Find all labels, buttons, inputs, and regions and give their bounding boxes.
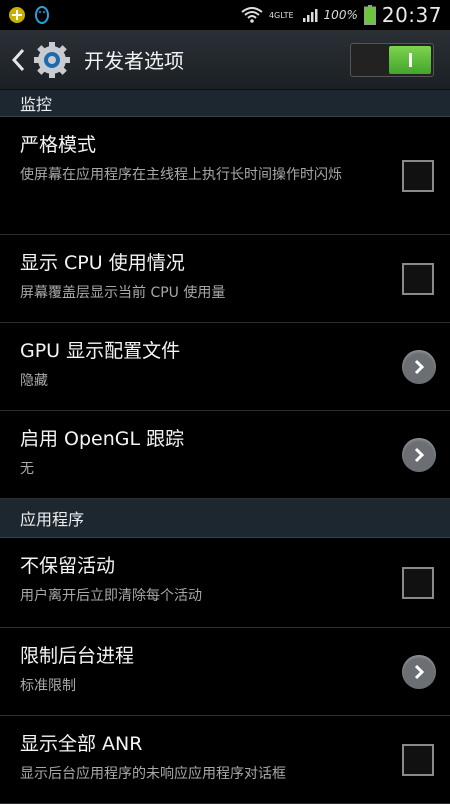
action-bar: 开发者选项 — [0, 30, 450, 90]
battery-percent: 100% — [323, 8, 358, 22]
item-title: 显示全部 ANR — [20, 733, 143, 755]
list-item-show-cpu[interactable]: 显示 CPU 使用情况 屏幕覆盖层显示当前 CPU 使用量 — [0, 235, 450, 323]
page-title: 开发者选项 — [84, 49, 184, 73]
list-item-show-all-anr[interactable]: 显示全部 ANR 显示后台应用程序的未响应应用程序对话框 — [0, 716, 450, 804]
list-item-gpu-profile[interactable]: GPU 显示配置文件 隐藏 — [0, 323, 450, 411]
item-title: 严格模式 — [20, 134, 97, 156]
item-summary: 无 — [20, 461, 34, 477]
chevron-right-icon[interactable] — [402, 349, 436, 384]
show-cpu-checkbox[interactable] — [402, 262, 434, 295]
notification-plus-icon — [8, 6, 26, 24]
strict-mode-checkbox[interactable] — [402, 159, 434, 192]
signal-icon — [302, 7, 318, 23]
switch-thumb — [389, 45, 431, 74]
battery-icon — [363, 5, 376, 25]
network-type: 4GLTE — [268, 10, 294, 20]
chevron-left-icon — [11, 48, 25, 71]
item-title: GPU 显示配置文件 — [20, 340, 181, 362]
chevron-right-icon[interactable] — [402, 654, 436, 689]
item-summary: 标准限制 — [20, 678, 76, 694]
show-all-anr-checkbox[interactable] — [402, 743, 434, 776]
section-header-apps: 应用程序 — [0, 499, 450, 538]
section-header-monitoring: 监控 — [0, 90, 450, 117]
item-title: 显示 CPU 使用情况 — [20, 252, 185, 274]
status-left — [8, 6, 50, 24]
list-item-dont-keep-activities[interactable]: 不保留活动 用户离开后立即清除每个活动 — [0, 538, 450, 628]
back-button[interactable] — [8, 40, 28, 80]
item-summary: 使屏幕在应用程序在主线程上执行长时间操作时闪烁 — [20, 167, 342, 183]
item-summary: 显示后台应用程序的未响应应用程序对话框 — [20, 766, 286, 782]
item-summary: 用户离开后立即清除每个活动 — [20, 588, 202, 604]
item-title: 不保留活动 — [20, 555, 116, 577]
clock: 20:37 — [381, 3, 442, 27]
gear-icon[interactable] — [30, 38, 74, 82]
developer-options-switch[interactable] — [350, 42, 434, 77]
status-right: 4GLTE 100% 20:37 — [241, 3, 442, 27]
status-bar: 4GLTE 100% 20:37 — [0, 0, 450, 30]
list-item-opengl-trace[interactable]: 启用 OpenGL 跟踪 无 — [0, 411, 450, 499]
chevron-right-icon[interactable] — [402, 437, 436, 472]
item-title: 启用 OpenGL 跟踪 — [20, 428, 185, 450]
wifi-icon — [241, 7, 263, 23]
list-item-background-limit[interactable]: 限制后台进程 标准限制 — [0, 628, 450, 716]
qq-penguin-icon — [34, 6, 50, 24]
item-summary: 屏幕覆盖层显示当前 CPU 使用量 — [20, 285, 226, 301]
list-item-strict-mode[interactable]: 严格模式 使屏幕在应用程序在主线程上执行长时间操作时闪烁 — [0, 117, 450, 235]
item-summary: 隐藏 — [20, 373, 48, 389]
item-title: 限制后台进程 — [20, 645, 135, 667]
dont-keep-activities-checkbox[interactable] — [402, 566, 434, 599]
